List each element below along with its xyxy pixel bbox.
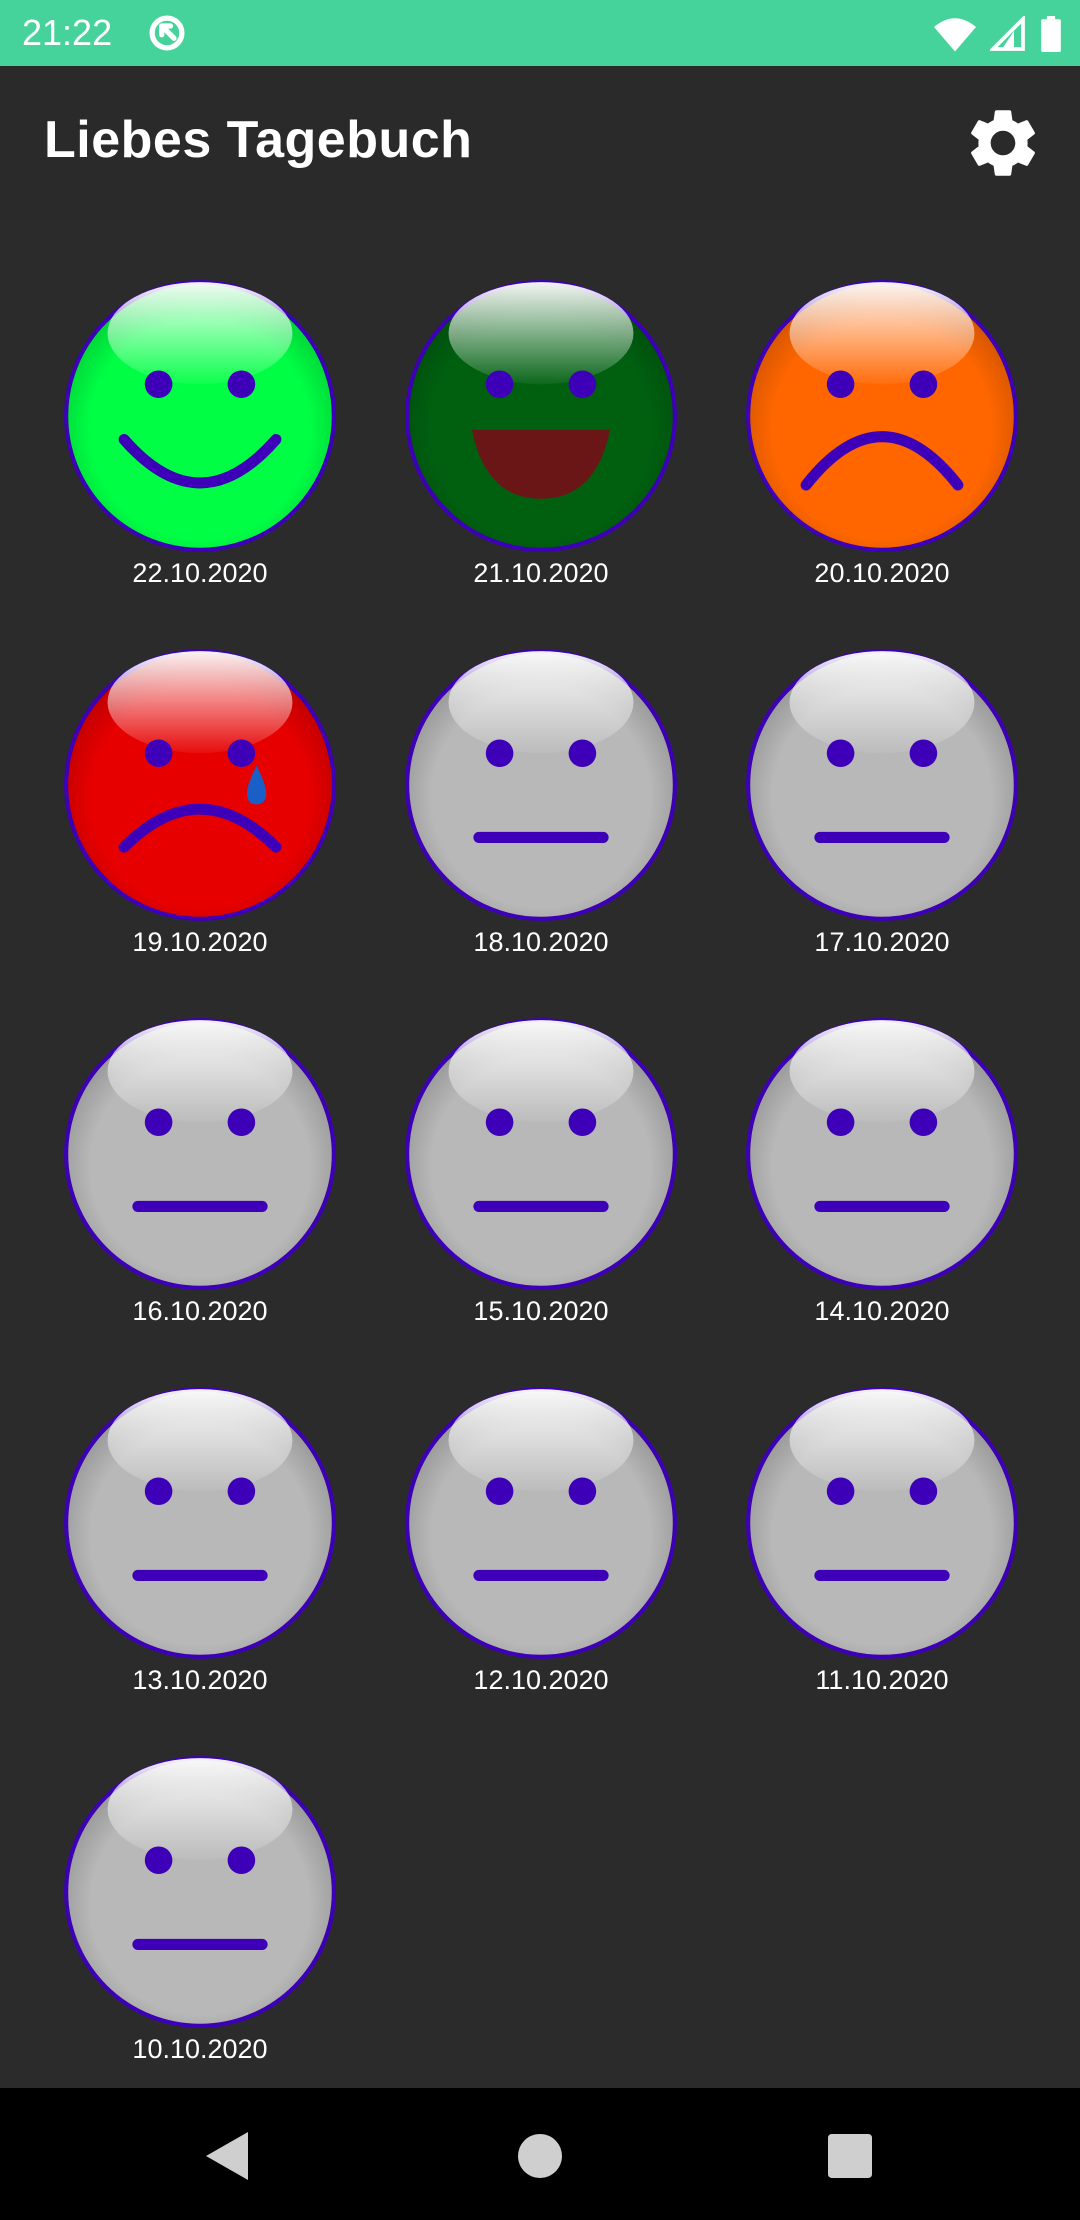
neutral-face-icon — [64, 1387, 336, 1659]
diary-grid: 22.10.2020 21.10.2020 20.10.2020 19.10.2020… — [0, 222, 1080, 2088]
neutral-face-icon — [746, 649, 1018, 921]
neutral-face-icon — [64, 1018, 336, 1290]
diary-entry[interactable]: 12.10.2020 — [371, 1329, 711, 1698]
crying-face-icon — [64, 649, 336, 921]
laughing-face-icon — [405, 280, 677, 552]
entry-date: 15.10.2020 — [473, 1296, 609, 1326]
neutral-face-icon — [746, 1387, 1018, 1659]
wifi-icon — [934, 18, 976, 52]
entry-date: 12.10.2020 — [473, 1665, 609, 1695]
diary-entry[interactable]: 13.10.2020 — [30, 1329, 370, 1698]
neutral-face-icon — [746, 1018, 1018, 1290]
battery-icon — [1041, 16, 1061, 52]
page-title: Liebes Tagebuch — [44, 111, 473, 169]
diary-entry[interactable]: 19.10.2020 — [30, 591, 370, 960]
status-icons — [934, 14, 1062, 54]
happy-face-icon — [64, 280, 336, 552]
diary-entry[interactable]: 11.10.2020 — [712, 1329, 1052, 1698]
entry-date: 11.10.2020 — [815, 1665, 949, 1695]
neutral-face-icon — [405, 649, 677, 921]
diary-entry[interactable]: 22.10.2020 — [30, 222, 370, 591]
back-triangle-icon[interactable] — [204, 2130, 252, 2182]
settings-gear-icon[interactable] — [962, 102, 1044, 184]
status-time: 21:22 — [22, 12, 113, 53]
diary-entry[interactable]: 21.10.2020 — [371, 222, 711, 591]
recents-square-icon[interactable] — [828, 2134, 872, 2178]
diary-entry[interactable]: 10.10.2020 — [30, 1698, 370, 2067]
neutral-face-icon — [405, 1018, 677, 1290]
entry-date: 19.10.2020 — [132, 927, 268, 957]
diary-entry[interactable]: 14.10.2020 — [712, 960, 1052, 1329]
diary-entry[interactable]: 15.10.2020 — [371, 960, 711, 1329]
entry-date: 22.10.2020 — [132, 558, 268, 588]
neutral-face-icon — [405, 1387, 677, 1659]
sync-icon — [149, 15, 185, 51]
diary-entry[interactable]: 20.10.2020 — [712, 222, 1052, 591]
home-circle-icon[interactable] — [518, 2134, 562, 2178]
entry-date: 17.10.2020 — [814, 927, 950, 957]
entry-date: 16.10.2020 — [132, 1296, 268, 1326]
status-bar: 21:22 — [0, 0, 1080, 66]
entry-date: 21.10.2020 — [473, 558, 609, 588]
neutral-face-icon — [64, 1756, 336, 2028]
sad-face-icon — [746, 280, 1018, 552]
entry-date: 20.10.2020 — [814, 558, 950, 588]
entry-date: 18.10.2020 — [473, 927, 609, 957]
navigation-bar — [0, 2088, 1080, 2220]
app-bar: Liebes Tagebuch — [0, 66, 1080, 222]
entry-date: 13.10.2020 — [132, 1665, 268, 1695]
diary-entry[interactable]: 16.10.2020 — [30, 960, 370, 1329]
entry-date: 10.10.2020 — [132, 2034, 268, 2064]
entry-date: 14.10.2020 — [814, 1296, 950, 1326]
diary-entry[interactable]: 18.10.2020 — [371, 591, 711, 960]
diary-entry[interactable]: 17.10.2020 — [712, 591, 1052, 960]
signal-icon — [990, 16, 1025, 51]
